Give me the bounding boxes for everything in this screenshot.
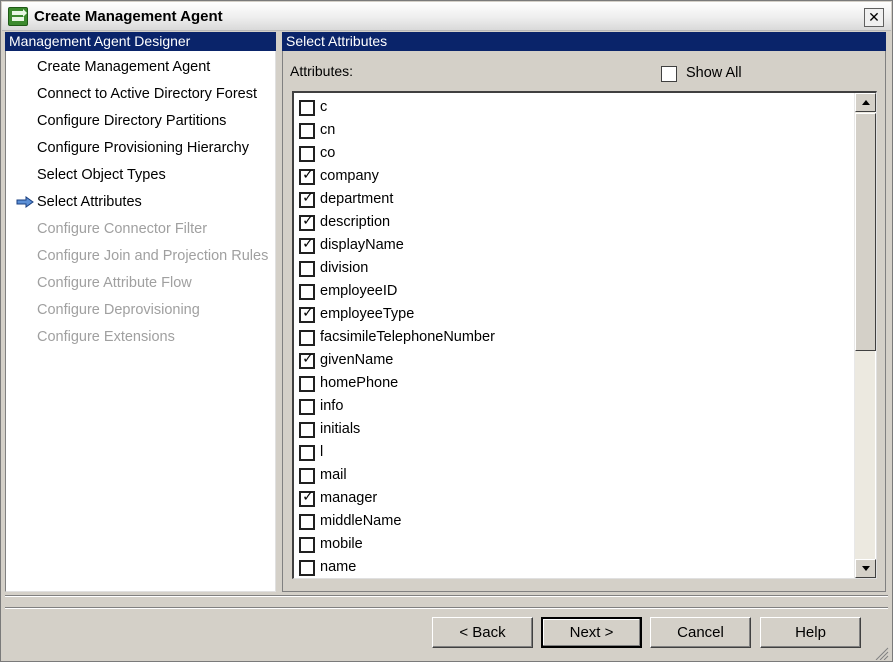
attribute-label[interactable]: c [320, 99, 327, 115]
attribute-label[interactable]: facsimileTelephoneNumber [320, 329, 495, 345]
attribute-label[interactable]: co [320, 145, 335, 161]
attribute-label[interactable]: description [320, 214, 390, 230]
title-bar[interactable]: Create Management Agent ✕ [2, 2, 891, 31]
show-all-checkbox[interactable] [661, 66, 677, 82]
management-agent-icon [8, 7, 28, 26]
attribute-label[interactable]: l [320, 444, 323, 460]
wizard-step[interactable]: Configure Directory Partitions [37, 111, 226, 131]
attribute-label[interactable]: division [320, 260, 368, 276]
select-attributes-panel: Attributes: Show All name mobile middleNam… [282, 51, 886, 592]
wizard-step[interactable]: Select Object Types [37, 165, 166, 185]
attribute-checkbox[interactable] [299, 330, 315, 346]
attribute-label[interactable]: initials [320, 421, 360, 437]
attribute-checkbox[interactable] [299, 422, 315, 438]
create-management-agent-dialog: Create Management Agent ✕ Management Age… [0, 0, 893, 662]
attribute-checkbox[interactable] [299, 284, 315, 300]
attribute-checkbox[interactable] [299, 514, 315, 530]
attribute-checkbox[interactable] [299, 468, 315, 484]
attribute-checkbox[interactable]: ✓ [299, 304, 315, 323]
checkmark-icon: ✓ [302, 304, 314, 320]
arrow-right-icon [16, 196, 34, 208]
attribute-checkbox[interactable] [299, 560, 315, 576]
help-button[interactable]: Help [760, 617, 861, 648]
attribute-checkbox[interactable] [299, 146, 315, 162]
attribute-checkbox[interactable]: ✓ [299, 166, 315, 185]
back-button[interactable]: < Back [432, 617, 533, 648]
attribute-label[interactable]: employeeID [320, 283, 397, 299]
attribute-checkbox[interactable] [299, 376, 315, 392]
attribute-label[interactable]: manager [320, 490, 377, 506]
checkmark-icon: ✓ [302, 166, 314, 182]
attribute-checkbox[interactable] [299, 261, 315, 277]
checkmark-icon: ✓ [302, 350, 314, 366]
wizard-step: Configure Join and Projection Rules [37, 248, 269, 264]
attribute-checkbox[interactable] [299, 399, 315, 415]
divider [5, 595, 888, 597]
attribute-label[interactable]: displayName [320, 237, 404, 253]
checkmark-icon: ✓ [302, 235, 314, 251]
wizard-step[interactable]: Configure Provisioning Hierarchy [37, 138, 249, 158]
attribute-checkbox[interactable] [299, 100, 315, 116]
attribute-label[interactable]: info [320, 398, 343, 414]
attribute-label[interactable]: mobile [320, 536, 363, 552]
checkmark-icon: ✓ [302, 189, 314, 205]
scroll-up-button[interactable] [855, 93, 876, 112]
close-button[interactable]: ✕ [864, 8, 884, 27]
attributes-list[interactable]: name mobile middleName ✓ manager mail l initial… [292, 91, 877, 579]
attribute-label[interactable]: name [320, 559, 356, 575]
wizard-step: Configure Extensions [37, 329, 175, 345]
attribute-label[interactable]: givenName [320, 352, 393, 368]
next-button[interactable]: Next > [541, 617, 642, 648]
window-title: Create Management Agent [34, 8, 223, 25]
wizard-step: Configure Deprovisioning [37, 302, 200, 318]
divider [5, 607, 888, 609]
attribute-label[interactable]: homePhone [320, 375, 398, 391]
attribute-checkbox[interactable] [299, 123, 315, 139]
attribute-checkbox[interactable] [299, 445, 315, 461]
attribute-checkbox[interactable]: ✓ [299, 235, 315, 254]
wizard-step: Configure Attribute Flow [37, 275, 192, 291]
cancel-button[interactable]: Cancel [650, 617, 751, 648]
arrow-down-icon [862, 566, 870, 571]
attribute-checkbox[interactable]: ✓ [299, 189, 315, 208]
checkmark-icon: ✓ [302, 212, 314, 228]
page-title: Select Attributes [282, 32, 886, 51]
arrow-up-icon [862, 100, 870, 105]
attributes-label: Attributes: [290, 63, 354, 79]
vertical-scrollbar[interactable] [854, 93, 876, 578]
show-all-label[interactable]: Show All [686, 65, 742, 81]
attribute-checkbox[interactable]: ✓ [299, 212, 315, 231]
attribute-checkbox[interactable]: ✓ [299, 488, 315, 507]
resize-grip-icon[interactable] [873, 646, 889, 660]
attribute-label[interactable]: employeeType [320, 306, 414, 322]
close-icon: ✕ [868, 9, 880, 25]
attribute-label[interactable]: middleName [320, 513, 401, 529]
wizard-step: Configure Connector Filter [37, 221, 208, 237]
attribute-label[interactable]: company [320, 168, 379, 184]
scroll-down-button[interactable] [855, 559, 876, 578]
wizard-step[interactable]: Select Attributes [37, 192, 142, 212]
wizard-step[interactable]: Create Management Agent [37, 57, 210, 77]
attribute-label[interactable]: cn [320, 122, 335, 138]
checkmark-icon: ✓ [302, 488, 314, 504]
attribute-checkbox[interactable] [299, 537, 315, 553]
attribute-checkbox[interactable]: ✓ [299, 350, 315, 369]
designer-header: Management Agent Designer [5, 32, 276, 51]
attribute-label[interactable]: mail [320, 467, 347, 483]
wizard-step[interactable]: Connect to Active Directory Forest [37, 84, 257, 104]
wizard-steps-panel: Create Management Agent Connect to Active… [5, 51, 276, 592]
attribute-label[interactable]: department [320, 191, 393, 207]
scrollbar-thumb[interactable] [855, 113, 876, 351]
